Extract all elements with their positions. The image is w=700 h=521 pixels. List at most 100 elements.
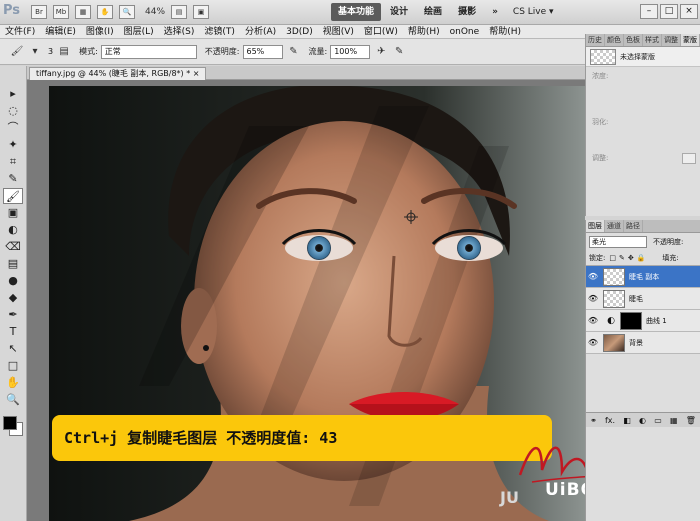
workspace-painting[interactable]: 绘画 — [417, 3, 449, 21]
menu-help[interactable]: 帮助(H) — [403, 25, 445, 39]
dodge-tool-icon[interactable]: ◆ — [3, 290, 23, 306]
move-tool-icon[interactable]: ▸ — [3, 86, 23, 102]
chevron-down-icon[interactable]: ▾ — [28, 45, 42, 59]
color-swatches[interactable] — [2, 415, 24, 439]
eye-icon[interactable]: 👁 — [586, 316, 600, 325]
flow-input[interactable]: 100% — [330, 44, 371, 59]
workspace-essentials[interactable]: 基本功能 — [331, 3, 382, 21]
tab-layers[interactable]: 图层 — [586, 220, 605, 232]
cs-live-button[interactable]: CS Live ▾ — [513, 7, 554, 17]
zoom-level[interactable]: 44% — [145, 7, 165, 17]
brush-size-value[interactable]: 3 — [48, 47, 53, 56]
close-button[interactable]: × — [680, 4, 698, 19]
watermark-prefix: JU — [500, 488, 519, 507]
view-extras-icon[interactable]: ▦ — [75, 5, 91, 19]
crop-tool-icon[interactable]: ⌗ — [3, 154, 23, 170]
zoom-tool-icon[interactable]: 🔍 — [119, 5, 135, 19]
menu-image[interactable]: 图像(I) — [81, 25, 119, 39]
tablet-pressure-size-icon[interactable]: ✎ — [392, 45, 406, 59]
tab-adjustments[interactable]: 调整 — [662, 34, 681, 46]
link-layers-icon[interactable]: ⚭ — [590, 416, 597, 425]
menu-edit[interactable]: 编辑(E) — [40, 25, 81, 39]
trash-icon[interactable]: 🗑 — [686, 416, 696, 425]
layer-row[interactable]: 👁 ◐ 曲线 1 — [586, 310, 700, 332]
eye-icon[interactable]: 👁 — [586, 294, 600, 303]
history-brush-tool-icon[interactable]: ◐ — [3, 222, 23, 238]
minibridge-icon[interactable]: Mb — [53, 5, 69, 19]
shape-tool-icon[interactable]: □ — [3, 358, 23, 374]
menu-view[interactable]: 视图(V) — [318, 25, 359, 39]
tab-masks[interactable]: 蒙版 — [681, 34, 700, 46]
photoshop-logo: Ps — [3, 3, 21, 18]
lock-row: 锁定: □✎✥🔒 填充: — [586, 251, 700, 266]
tab-styles[interactable]: 样式 — [643, 34, 662, 46]
layer-row[interactable]: 👁 背景 — [586, 332, 700, 354]
gradient-tool-icon[interactable]: ▤ — [3, 256, 23, 272]
layer-thumbnail — [603, 267, 625, 286]
layer-thumbnail — [603, 289, 625, 308]
new-group-icon[interactable]: ▭ — [654, 416, 662, 425]
screen-mode-icon[interactable]: ▣ — [193, 5, 210, 19]
tab-history[interactable]: 历史 — [586, 34, 605, 46]
layer-style-icon[interactable]: fx. — [605, 416, 615, 425]
tablet-pressure-opacity-icon[interactable]: ✎ — [287, 45, 301, 59]
minimize-button[interactable]: – — [640, 4, 658, 19]
stamp-tool-icon[interactable]: ▣ — [3, 205, 23, 221]
tab-channels[interactable]: 通道 — [605, 220, 624, 232]
adjustment-layer-icon[interactable]: ◐ — [639, 416, 646, 425]
refine-row: 调整: — [586, 149, 700, 171]
app-bar: Ps Br Mb ▦ ✋ 🔍 44% ▤ ▣ 基本功能 设计 绘画 摄影 » C… — [0, 0, 700, 25]
tab-swatches[interactable]: 色板 — [624, 34, 643, 46]
layer-row[interactable]: 👁 睫毛 副本 — [586, 266, 700, 288]
marquee-tool-icon[interactable]: ◌ — [3, 103, 23, 119]
menu-help-2[interactable]: 帮助(H) — [484, 25, 526, 39]
maximize-button[interactable]: □ — [660, 4, 678, 19]
document-tab[interactable]: tiffany.jpg @ 44% (睫毛 副本, RGB/8*) * × — [29, 67, 207, 80]
refine-button[interactable] — [682, 153, 696, 164]
tab-color[interactable]: 颜色 — [605, 34, 624, 46]
menu-analysis[interactable]: 分析(A) — [240, 25, 281, 39]
hand-tool-icon[interactable]: ✋ — [3, 375, 23, 391]
workspace-more[interactable]: » — [485, 3, 505, 21]
lock-label: 锁定: — [589, 254, 606, 262]
eyedropper-tool-icon[interactable]: ✎ — [3, 171, 23, 187]
brush-panel-icon[interactable]: ▤ — [57, 45, 71, 59]
history-panel-tabs: 历史 颜色 色板 样式 调整 蒙版 — [586, 34, 700, 47]
menu-onone[interactable]: onOne — [445, 25, 485, 39]
hand-tool-icon[interactable]: ✋ — [97, 5, 113, 19]
menu-filter[interactable]: 滤镜(T) — [199, 25, 240, 39]
layers-panel-tabs: 图层 通道 路径 — [586, 220, 700, 233]
brush-tool-icon[interactable]: 🖌 — [3, 188, 23, 204]
menu-select[interactable]: 选择(S) — [159, 25, 200, 39]
new-layer-icon[interactable]: ▦ — [670, 416, 678, 425]
lock-icons[interactable]: □✎✥🔒 — [609, 254, 648, 262]
opacity-input[interactable]: 65% — [242, 44, 283, 59]
path-select-tool-icon[interactable]: ↖ — [3, 341, 23, 357]
menu-3d[interactable]: 3D(D) — [281, 25, 318, 39]
foreground-color-swatch[interactable] — [3, 416, 17, 430]
blur-tool-icon[interactable]: ● — [3, 273, 23, 289]
blend-mode-select[interactable]: 柔光 — [589, 236, 647, 248]
menu-window[interactable]: 窗口(W) — [359, 25, 403, 39]
airbrush-icon[interactable]: ✈ — [374, 45, 388, 59]
tab-paths[interactable]: 路径 — [624, 220, 643, 232]
quick-select-tool-icon[interactable]: ✦ — [3, 137, 23, 153]
eye-icon[interactable]: 👁 — [586, 272, 600, 281]
bridge-icon[interactable]: Br — [31, 5, 47, 19]
zoom-tool-icon[interactable]: 🔍 — [3, 392, 23, 408]
workspace-design[interactable]: 设计 — [383, 3, 415, 21]
eraser-tool-icon[interactable]: ⌫ — [3, 239, 23, 255]
layers-panel: 图层 通道 路径 柔光 不透明度: 锁定: □✎✥🔒 填充: 👁 睫毛 副本 👁… — [585, 220, 700, 521]
pen-tool-icon[interactable]: ✒ — [3, 307, 23, 323]
type-tool-icon[interactable]: T — [3, 324, 23, 340]
layer-row[interactable]: 👁 睫毛 — [586, 288, 700, 310]
add-mask-icon[interactable]: ◧ — [623, 416, 631, 425]
workspace-photography[interactable]: 摄影 — [451, 3, 483, 21]
eye-icon[interactable]: 👁 — [586, 338, 600, 347]
menu-file[interactable]: 文件(F) — [0, 25, 40, 39]
brush-preset-icon[interactable]: 🖌 — [10, 45, 24, 59]
arrange-documents-icon[interactable]: ▤ — [171, 5, 188, 19]
menu-layer[interactable]: 图层(L) — [119, 25, 159, 39]
mode-select[interactable]: 正常 — [100, 44, 197, 59]
lasso-tool-icon[interactable]: ⌒ — [3, 120, 23, 136]
